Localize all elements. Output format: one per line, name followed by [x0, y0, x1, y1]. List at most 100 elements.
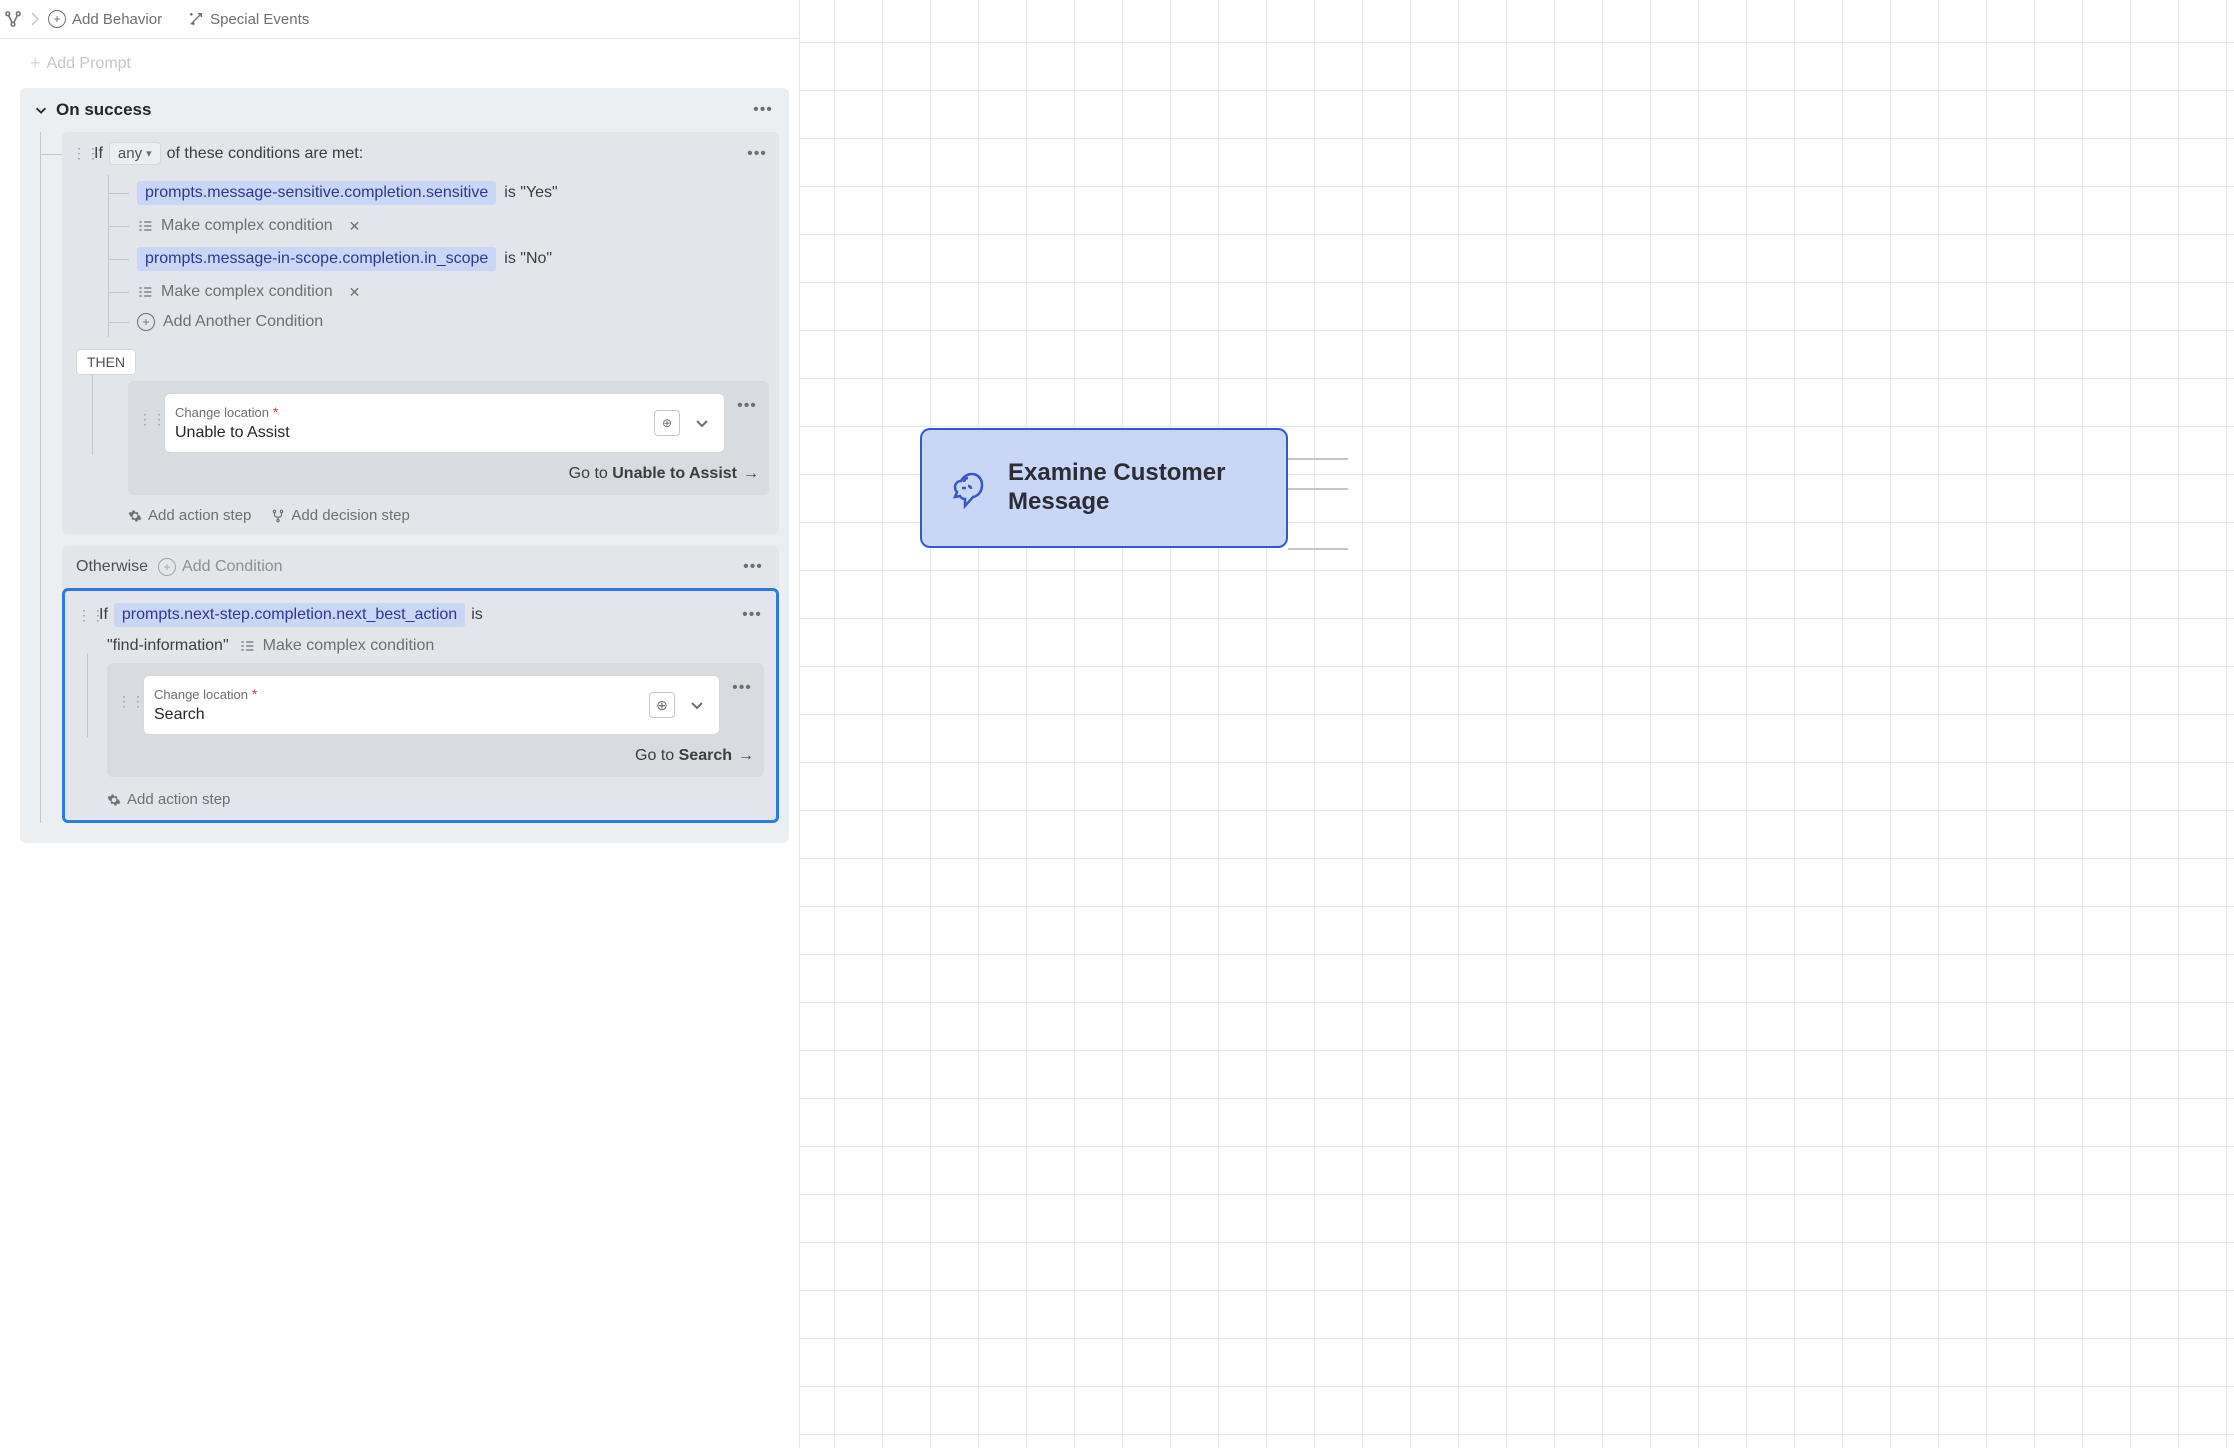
if-keyword: If — [94, 145, 103, 163]
add-action-label: Add action step — [127, 791, 230, 808]
add-prompt-label: Add Prompt — [47, 55, 131, 73]
branch-icon — [271, 509, 285, 523]
section-header[interactable]: On success ••• — [20, 88, 789, 132]
required-marker: * — [252, 686, 257, 702]
goto-prefix: Go to — [635, 747, 679, 764]
wand-icon — [188, 11, 204, 27]
list-icon — [137, 219, 153, 233]
add-condition-row[interactable]: + Add Another Condition — [109, 307, 769, 337]
input-value: Search — [154, 706, 639, 724]
drag-handle-icon[interactable]: ⋮⋮ — [72, 145, 88, 162]
condition-row: prompts.message-in-scope.completion.in_s… — [109, 241, 769, 277]
goto-link[interactable]: Go to Search→ — [117, 747, 754, 765]
block-footer-actions: Add action step Add decision step — [72, 495, 769, 524]
drag-handle-icon[interactable]: ⋮⋮ — [77, 607, 93, 624]
condition-operator-value[interactable]: is "Yes" — [504, 184, 557, 202]
add-behavior-label: Add Behavior — [72, 11, 162, 28]
condition-value[interactable]: "find-information" — [107, 637, 229, 655]
arrow-right-icon: → — [743, 465, 759, 482]
plus-icon: ⊕ — [656, 697, 668, 714]
add-variable-button[interactable]: ⊕ — [649, 692, 675, 718]
make-complex-button[interactable]: Make complex condition — [161, 217, 333, 235]
selected-if-block: ⋮⋮ If prompts.next-step.completion.next_… — [62, 588, 779, 823]
connector-line — [1288, 548, 1348, 550]
top-bar: + Add Behavior Special Events — [0, 0, 799, 39]
action-card: ⋮⋮ Change location * Unable to Assist ⊕ — [128, 381, 769, 495]
goto-target: Unable to Assist — [612, 465, 737, 482]
special-events-button[interactable]: Special Events — [188, 11, 309, 28]
change-location-input[interactable]: Change location * Search ⊕ — [143, 675, 720, 735]
expand-button[interactable] — [685, 697, 709, 713]
make-complex-button[interactable]: Make complex condition — [263, 637, 435, 655]
list-icon — [137, 285, 153, 299]
gear-icon — [107, 793, 121, 807]
if-block: ⋮⋮ If any ▾ of these conditions are met:… — [62, 132, 779, 534]
make-complex-button[interactable]: Make complex condition — [161, 283, 333, 301]
brain-icon — [942, 464, 990, 512]
condition-operator[interactable]: is — [471, 606, 483, 624]
then-badge: THEN — [76, 349, 136, 375]
flow-icon[interactable] — [4, 10, 22, 28]
canvas[interactable]: Examine Customer Message — [800, 0, 2234, 1448]
plus-circle-icon: + — [48, 10, 66, 28]
action-menu-button[interactable]: ••• — [735, 397, 759, 415]
add-condition-button[interactable]: + Add Condition — [158, 558, 283, 576]
plus-circle-icon: + — [158, 558, 176, 576]
section-menu-button[interactable]: ••• — [751, 101, 775, 119]
if-suffix-text: of these conditions are met: — [167, 145, 364, 163]
breadcrumb-separator — [30, 12, 40, 26]
goto-prefix: Go to — [569, 465, 613, 482]
make-complex-row: Make complex condition ✕ — [109, 211, 769, 241]
remove-condition-button[interactable]: ✕ — [349, 218, 361, 235]
add-condition-label: Add Condition — [182, 558, 283, 576]
if-block-menu-button[interactable]: ••• — [745, 145, 769, 163]
goto-target: Search — [679, 747, 732, 764]
list-icon — [239, 639, 255, 653]
flow-node-examine-customer-message[interactable]: Examine Customer Message — [920, 428, 1288, 548]
plus-icon: + — [30, 53, 41, 74]
drag-handle-icon[interactable]: ⋮⋮ — [138, 411, 154, 428]
action-card: ⋮⋮ Change location * Search ⊕ — [107, 663, 764, 777]
add-variable-button[interactable]: ⊕ — [654, 410, 680, 436]
expand-button[interactable] — [690, 415, 714, 431]
chevron-down-icon — [34, 103, 48, 117]
add-another-condition-label: Add Another Condition — [163, 313, 323, 331]
quantifier-dropdown[interactable]: any ▾ — [109, 142, 161, 165]
otherwise-menu-button[interactable]: ••• — [741, 558, 765, 576]
input-label: Change location — [154, 687, 248, 702]
on-success-section: On success ••• ⋮⋮ If any ▾ of these con — [20, 88, 789, 843]
flow-node-title: Examine Customer Message — [1008, 459, 1266, 517]
remove-condition-button[interactable]: ✕ — [349, 284, 361, 301]
make-complex-row: Make complex condition ✕ — [109, 277, 769, 307]
chevron-down-icon: ▾ — [146, 147, 152, 160]
special-events-label: Special Events — [210, 11, 309, 28]
drag-handle-icon[interactable]: ⋮⋮ — [117, 693, 133, 710]
goto-link[interactable]: Go to Unable to Assist → — [138, 465, 759, 483]
connector-line — [1288, 458, 1348, 460]
variable-token[interactable]: prompts.message-in-scope.completion.in_s… — [137, 247, 496, 271]
section-title: On success — [56, 100, 151, 120]
change-location-input[interactable]: Change location * Unable to Assist ⊕ — [164, 393, 725, 453]
add-behavior-button[interactable]: + Add Behavior — [48, 10, 162, 28]
variable-token[interactable]: prompts.next-step.completion.next_best_a… — [114, 603, 465, 627]
add-action-step-button[interactable]: Add action step — [128, 507, 251, 524]
add-prompt-faded[interactable]: + Add Prompt — [0, 39, 799, 88]
add-decision-label: Add decision step — [291, 507, 409, 524]
otherwise-header: Otherwise + Add Condition ••• — [62, 546, 779, 588]
if-keyword: If — [99, 606, 108, 624]
add-decision-step-button[interactable]: Add decision step — [271, 507, 409, 524]
plus-icon: ⊕ — [662, 417, 672, 429]
action-menu-button[interactable]: ••• — [730, 679, 754, 697]
gear-icon — [128, 509, 142, 523]
block-menu-button[interactable]: ••• — [740, 606, 764, 624]
connector-line — [1288, 488, 1348, 490]
editor-panel: + Add Behavior Special Events + Add Prom… — [0, 0, 800, 1448]
variable-token[interactable]: prompts.message-sensitive.completion.sen… — [137, 181, 496, 205]
add-action-label: Add action step — [148, 507, 251, 524]
add-action-step-button[interactable]: Add action step — [107, 791, 764, 808]
condition-row: prompts.message-sensitive.completion.sen… — [109, 175, 769, 211]
condition-operator-value[interactable]: is "No" — [504, 250, 552, 268]
plus-circle-icon: + — [137, 313, 155, 331]
quantifier-value: any — [118, 145, 142, 162]
required-marker: * — [273, 404, 278, 420]
